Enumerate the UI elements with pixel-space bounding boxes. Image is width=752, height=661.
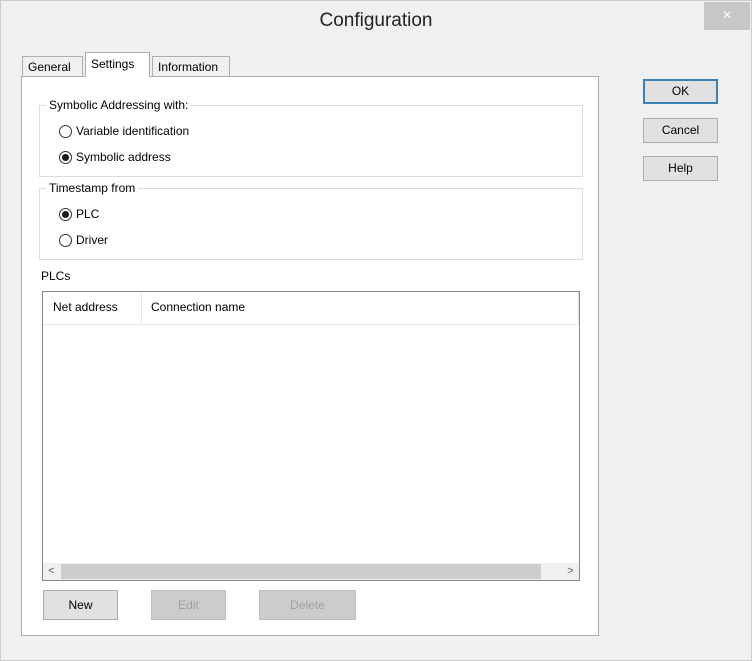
column-separator[interactable]: [578, 292, 579, 323]
radio-unchecked-icon[interactable]: [59, 124, 72, 138]
scroll-thumb[interactable]: [61, 564, 541, 579]
tab-settings[interactable]: Settings: [85, 52, 150, 77]
plcs-label: PLCs: [41, 269, 71, 283]
edit-button[interactable]: Edit: [151, 590, 226, 620]
scroll-right-icon[interactable]: >: [562, 563, 579, 580]
timestamp-group: Timestamp from PLC Driver: [39, 181, 583, 260]
radio-label: Variable identification: [76, 124, 190, 138]
tab-general[interactable]: General: [22, 56, 83, 77]
ok-button[interactable]: OK: [643, 79, 718, 104]
list-header: Net address Connection name: [43, 292, 579, 325]
help-button[interactable]: Help: [643, 156, 718, 181]
close-button[interactable]: ×: [704, 2, 750, 30]
symbolic-addressing-title: Symbolic Addressing with:: [46, 98, 192, 112]
radio-checked-icon[interactable]: [59, 150, 72, 164]
column-connection-name[interactable]: Connection name: [141, 292, 341, 323]
radio-plc[interactable]: PLC: [59, 206, 99, 222]
symbolic-addressing-group: Symbolic Addressing with: Variable ident…: [39, 98, 583, 177]
window-title: Configuration: [319, 10, 433, 31]
radio-label: Driver: [76, 233, 108, 247]
radio-variable-identification[interactable]: Variable identification: [59, 123, 189, 139]
radio-checked-icon[interactable]: [59, 207, 72, 221]
timestamp-title: Timestamp from: [46, 181, 139, 195]
tab-information[interactable]: Information: [152, 56, 230, 77]
close-icon: ×: [722, 7, 732, 24]
radio-label: PLC: [76, 207, 100, 221]
title-bar[interactable]: Configuration ×: [1, 1, 751, 41]
configuration-window: Configuration × General Settings Informa…: [0, 0, 752, 661]
plcs-list[interactable]: Net address Connection name < >: [42, 291, 580, 581]
radio-driver[interactable]: Driver: [59, 232, 108, 248]
horizontal-scrollbar[interactable]: < >: [43, 563, 579, 580]
scroll-left-icon[interactable]: <: [43, 563, 60, 580]
new-button[interactable]: New: [43, 590, 118, 620]
settings-tab-panel: Symbolic Addressing with: Variable ident…: [21, 76, 599, 636]
cancel-button[interactable]: Cancel: [643, 118, 718, 143]
delete-button[interactable]: Delete: [259, 590, 356, 620]
radio-label: Symbolic address: [76, 150, 171, 164]
column-net-address[interactable]: Net address: [43, 292, 141, 323]
radio-symbolic-address[interactable]: Symbolic address: [59, 149, 171, 165]
radio-unchecked-icon[interactable]: [59, 233, 72, 247]
